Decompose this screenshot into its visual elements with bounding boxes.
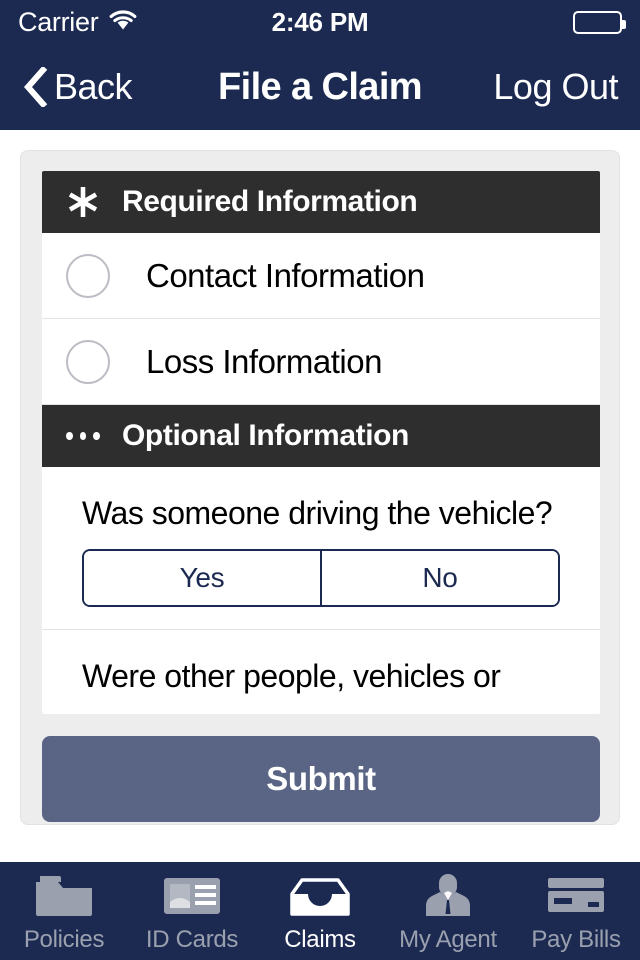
- optional-information-header: Optional Information: [42, 405, 600, 467]
- yes-button[interactable]: Yes: [84, 551, 320, 605]
- battery-full-icon: [573, 10, 626, 34]
- folder-icon: [33, 872, 95, 918]
- asterisk-icon: [66, 185, 100, 219]
- inbox-tray-icon: [289, 872, 351, 918]
- required-row-label: Contact Information: [146, 256, 425, 294]
- no-button[interactable]: No: [320, 551, 558, 605]
- agent-person-icon: [417, 872, 479, 918]
- tab-label: Policies: [23, 926, 105, 953]
- chevron-left-icon: [22, 67, 48, 107]
- navigation-bar: Back File a Claim Log Out: [0, 44, 640, 130]
- tab-label: Claims: [284, 926, 356, 953]
- ellipsis-icon: [66, 432, 101, 440]
- optional-information-title: Optional Information: [122, 419, 409, 452]
- tab-label: My Agent: [399, 926, 497, 953]
- id-card-icon: [161, 872, 223, 918]
- yes-no-segmented-control[interactable]: Yes No: [82, 549, 560, 607]
- credit-card-icon: [545, 872, 607, 918]
- app-screen: Carrier 2:46 PM Back File a Claim Log Ou…: [0, 0, 640, 960]
- required-information-header: Required Information: [42, 171, 600, 233]
- required-information-title: Required Information: [122, 185, 418, 218]
- radio-unchecked-icon[interactable]: [66, 253, 110, 298]
- tab-pay-bills[interactable]: Pay Bills: [512, 862, 640, 960]
- submit-button[interactable]: Submit: [42, 736, 600, 822]
- question-text: Was someone driving the vehicle?: [82, 495, 553, 531]
- tab-id-cards[interactable]: ID Cards: [128, 862, 256, 960]
- bottom-tab-bar: Policies ID Cards Claims My Agent Pay Bi…: [0, 862, 640, 960]
- status-bar-right: [573, 10, 626, 34]
- required-row-loss-information[interactable]: Loss Information: [42, 319, 600, 405]
- logout-button[interactable]: Log Out: [493, 66, 618, 108]
- status-bar: Carrier 2:46 PM: [0, 0, 640, 44]
- tab-label: ID Cards: [145, 926, 239, 953]
- required-row-label: Loss Information: [146, 342, 382, 380]
- back-button-label: Back: [54, 66, 133, 107]
- question-other-people-vehicles: Were other people, vehicles or: [42, 630, 600, 696]
- tab-label: Pay Bills: [531, 926, 621, 953]
- claim-form-panel: Required Information Contact Information…: [20, 150, 620, 825]
- required-row-contact-information[interactable]: Contact Information: [42, 233, 600, 319]
- back-button[interactable]: Back: [22, 66, 133, 108]
- question-driving-vehicle: Was someone driving the vehicle? Yes No: [42, 467, 600, 630]
- question-text: Were other people, vehicles or: [82, 658, 501, 694]
- radio-unchecked-icon[interactable]: [66, 339, 110, 384]
- tab-policies[interactable]: Policies: [0, 862, 128, 960]
- tab-claims[interactable]: Claims: [256, 862, 384, 960]
- tab-my-agent[interactable]: My Agent: [384, 862, 512, 960]
- status-bar-clock: 2:46 PM: [271, 6, 369, 37]
- claim-form-scroll-area[interactable]: Required Information Contact Information…: [42, 171, 600, 714]
